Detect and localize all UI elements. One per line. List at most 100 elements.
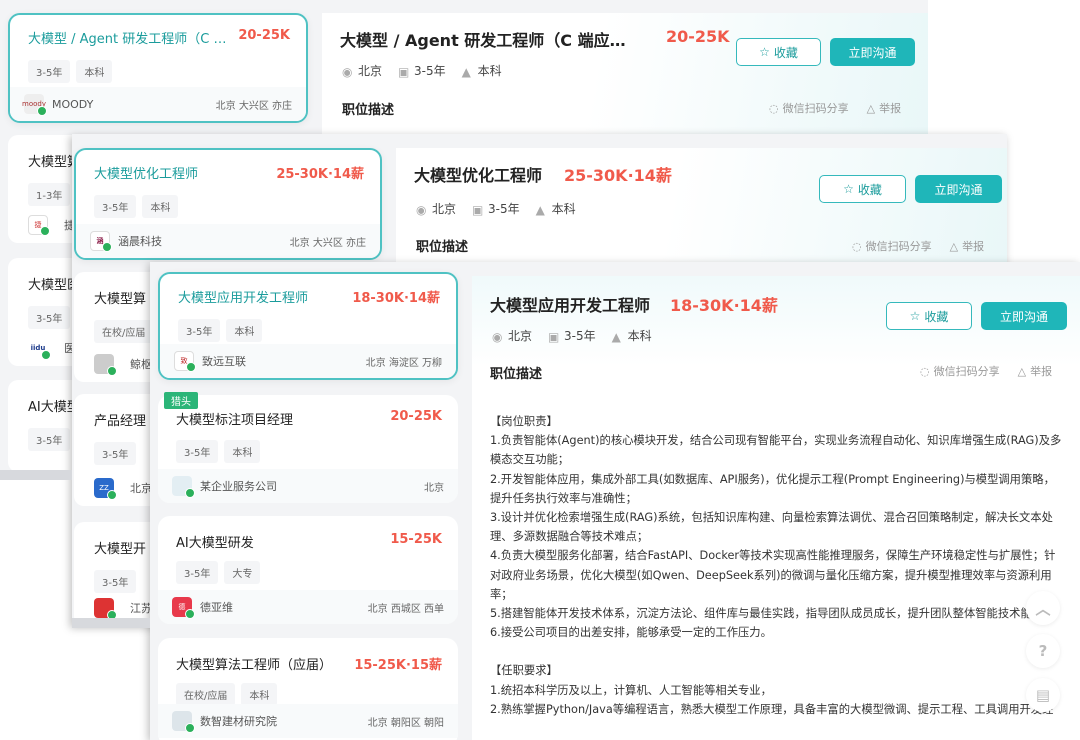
star-icon: ☆ — [843, 182, 854, 196]
share-bar: ◌ 微信扫码分享 △ 举报 — [920, 363, 1052, 379]
job-card[interactable]: 猎头 大模型标注项目经理 20-25K 3-5年 本科 某企业服务公司 北京 — [158, 392, 458, 503]
job-card-title: 大模型优化工程师 — [94, 167, 199, 182]
chat-now-button[interactable]: 立即沟通 — [981, 302, 1067, 330]
job-card[interactable]: 大模型优化工程师 25-30K·14薪 3-5年 本科 涵 涵晨科技 北京 大兴… — [74, 148, 382, 260]
favorite-button[interactable]: ☆ 收藏 — [736, 38, 821, 66]
company-name[interactable]: 某企业服务公司 — [200, 478, 277, 494]
location-pin-icon: ◉ — [492, 330, 503, 344]
description-line: 5.搭建智能体开发技术体系，沉淀方法论、组件库与最佳实践，指导团队成员成长，提升… — [490, 607, 1055, 621]
job-location: 北京 朝阳区 朝阳 — [367, 717, 444, 729]
company-logo: 致 — [174, 351, 196, 372]
graduation-cap-icon: ▲ — [611, 330, 621, 344]
job-card-title: 大模型算法工程师（应届） — [176, 658, 333, 673]
favorite-label: 收藏 — [924, 309, 949, 324]
wechat-icon: ◌ — [769, 101, 779, 115]
job-detail-header: 大模型 / Agent 研发工程师（C 端应用方向） 20-25K ☆收藏 立即… — [322, 13, 928, 135]
briefcase-icon: ▣ — [398, 65, 410, 79]
chat-now-button[interactable]: 立即沟通 — [915, 175, 1002, 203]
company-logo: 德 — [172, 597, 195, 619]
job-card[interactable]: 大模型算法工程师（应届） 15-25K·15薪 在校/应届 本科 数智建材研究院… — [158, 638, 458, 740]
wechat-icon: ◌ — [920, 364, 930, 378]
location-pin-icon: ◉ — [416, 203, 427, 217]
job-card-title: 大模型应用开发工程师 — [178, 291, 309, 306]
job-location: 北京 西城区 西单 — [367, 603, 444, 615]
company-name[interactable]: 致远互联 — [202, 353, 246, 369]
building-icon — [172, 476, 195, 498]
meta-city: ◉ 北京 — [416, 202, 457, 217]
favorite-label: 收藏 — [773, 45, 798, 60]
job-detail-salary: 20-25K — [666, 27, 730, 46]
company-logo — [172, 711, 195, 733]
company-logo — [94, 354, 117, 376]
job-card-salary: 25-30K·14薪 — [276, 167, 364, 182]
company-logo: moody — [22, 94, 47, 116]
job-card-salary: 20-25K — [390, 409, 442, 424]
favorite-button[interactable]: ☆ 收藏 — [819, 175, 906, 203]
arrow-up-icon[interactable]: ︿ — [1026, 591, 1060, 625]
job-description-text: 【岗位职责】 1.负责智能体(Agent)的核心模块开发，结合公司现有智能平台，… — [490, 412, 1064, 719]
tag-experience: 3-5年 — [28, 306, 71, 329]
favorite-label: 收藏 — [857, 182, 882, 197]
job-meta: ◉ 北京 ▣ 3-5年 ▲ 本科 — [492, 327, 652, 344]
chat-now-button[interactable]: 立即沟通 — [830, 38, 915, 66]
job-card-title: 产品经理 — [94, 414, 147, 429]
share-bar: ◌ 微信扫码分享 △ 举报 — [769, 100, 901, 116]
tag-experience: 3-5年 — [94, 442, 137, 465]
company-name[interactable]: 涵晨科技 — [118, 233, 162, 249]
job-location: 北京 — [424, 482, 444, 494]
job-detail-title: 大模型 / Agent 研发工程师（C 端应用方向） — [340, 31, 636, 50]
description-line: 2.开发智能体应用，集成外部工具(如数据库、API服务)，优化提示工程(Prom… — [490, 472, 1055, 505]
company-name[interactable]: 江苏 — [130, 600, 152, 616]
job-card-footer: moody MOODY 北京 大兴区 亦庄 — [10, 87, 306, 121]
job-card-tags: 3-5年 本科 — [28, 60, 113, 83]
meta-city: ◉ 北京 — [492, 329, 533, 344]
job-card[interactable]: 大模型 / Agent 研发工程师（C 端应用方向） 20-25K 3-5年 本… — [8, 13, 308, 123]
question-icon[interactable]: ? — [1026, 634, 1060, 668]
wechat-share-button[interactable]: ◌ 微信扫码分享 — [769, 100, 849, 116]
job-card-tags: 在校/应届 本科 — [176, 683, 278, 706]
tag-experience: 3-5年 — [28, 428, 71, 451]
job-location: 北京 大兴区 亦庄 — [289, 237, 366, 249]
company-logo: iidu — [28, 338, 51, 360]
job-meta: ◉ 北京 ▣ 3-5年 ▲ 本科 — [416, 200, 576, 217]
job-card-tags: 3-5年 大专 — [176, 561, 261, 584]
meta-experience: ▣ 3-5年 — [472, 202, 520, 217]
job-card-title: 大模型标注项目经理 — [176, 413, 294, 428]
wechat-share-button[interactable]: ◌ 微信扫码分享 — [852, 238, 932, 254]
meta-city: ◉ 北京 — [342, 64, 383, 79]
tag-education: 在校/应届 — [94, 320, 154, 343]
description-line: 3.设计并优化检索增强生成(RAG)系统，包括知识库构建、向量检索算法调优、混合… — [490, 511, 1053, 544]
description-line: 1.统招本科学历及以上，计算机、人工智能等相关专业， — [490, 683, 772, 697]
warning-icon: △ — [866, 101, 876, 115]
note-icon[interactable]: ▤ — [1026, 678, 1060, 712]
job-card-footer: 涵 涵晨科技 北京 大兴区 亦庄 — [76, 224, 380, 258]
job-location: 北京 大兴区 亦庄 — [215, 100, 292, 112]
report-button[interactable]: △ 举报 — [867, 100, 901, 116]
company-name[interactable]: 德亚维 — [200, 599, 233, 615]
company-name[interactable]: 数智建材研究院 — [200, 713, 277, 729]
tag-education: 本科 — [224, 440, 261, 463]
favorite-button[interactable]: ☆ 收藏 — [886, 302, 972, 330]
report-button[interactable]: △ 举报 — [1018, 363, 1052, 379]
job-card-footer: 江苏 — [94, 598, 152, 620]
briefcase-icon: ▣ — [472, 203, 484, 217]
report-button[interactable]: △ 举报 — [950, 238, 984, 254]
wechat-share-button[interactable]: ◌ 微信扫码分享 — [920, 363, 1000, 379]
job-card-footer: 数智建材研究院 北京 朝阳区 朝阳 — [158, 704, 458, 738]
job-detail-salary: 25-30K·14薪 — [564, 166, 672, 185]
job-card[interactable]: AI大模型研发 15-25K 3-5年 大专 德 德亚维 北京 西城区 西单 — [158, 516, 458, 624]
meta-experience: ▣ 3-5年 — [398, 64, 446, 79]
scrollbar-window-2[interactable] — [72, 618, 150, 628]
job-card-tags: 3-5年 本科 — [176, 440, 261, 463]
tag-experience: 3-5年 — [28, 60, 71, 83]
job-detail-header: 大模型优化工程师 25-30K·14薪 ☆ 收藏 立即沟通 ◉ 北京 ▣ 3-5年 ▲… — [396, 148, 1007, 262]
job-card-title: 大模型开 — [94, 542, 147, 557]
job-card-salary: 20-25K — [238, 28, 290, 43]
company-name[interactable]: MOODY — [52, 98, 93, 111]
tag-experience: 3-5年 — [178, 319, 221, 342]
scrollbar-window-1[interactable] — [0, 470, 72, 480]
job-card[interactable]: 大模型应用开发工程师 18-30K·14薪 3-5年 本科 致 致远互联 北京 … — [158, 272, 458, 380]
job-card-tags: 3-5年 本科 — [94, 195, 179, 218]
description-line: 【岗位职责】 — [490, 415, 558, 428]
job-card-tags: 3-5年 本科 — [178, 319, 263, 342]
